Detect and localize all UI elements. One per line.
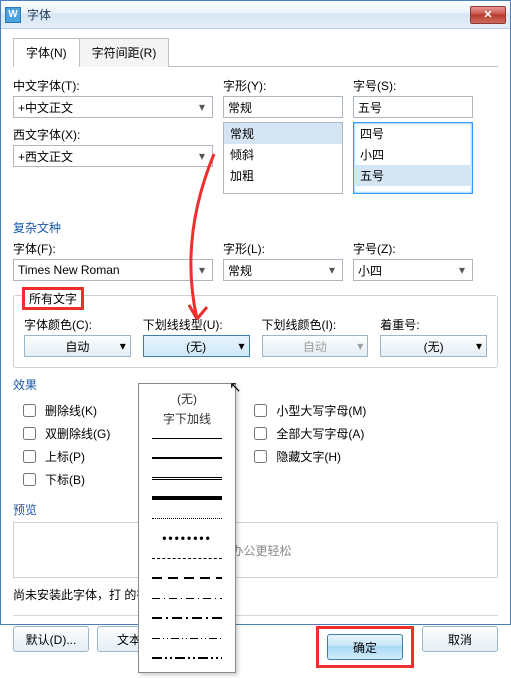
ok-button[interactable]: 确定 bbox=[327, 634, 403, 660]
list-item[interactable]: 常规 bbox=[224, 123, 342, 144]
underline-item-dashdotdot[interactable] bbox=[139, 628, 235, 648]
preview-box: 让办公更轻松 bbox=[13, 522, 498, 578]
font-color-value: 自动 bbox=[65, 338, 89, 355]
complex-heading: 复杂文种 bbox=[13, 219, 498, 236]
allchars-legend: 所有文字 bbox=[22, 287, 84, 310]
font-color-label: 字体颜色(C): bbox=[24, 316, 131, 333]
font-color-combo[interactable]: 自动 ▾ bbox=[24, 335, 131, 357]
default-button[interactable]: 默认(D)... bbox=[13, 626, 89, 652]
app-icon: W bbox=[5, 7, 21, 23]
underline-item-dashdot-heavy[interactable] bbox=[139, 608, 235, 628]
effects-heading: 效果 bbox=[13, 376, 498, 393]
underline-item-dotted-heavy[interactable]: •••••••• bbox=[139, 528, 235, 548]
underline-item-dashdot[interactable] bbox=[139, 588, 235, 608]
size-value: 五号 bbox=[358, 99, 382, 116]
size-label: 字号(S): bbox=[353, 77, 473, 94]
complex-font-value: Times New Roman bbox=[18, 263, 120, 277]
underline-style-value: (无) bbox=[186, 338, 206, 355]
underline-item-dotted[interactable] bbox=[139, 508, 235, 528]
install-note: 尚未安装此字体，打 的有效字体。 bbox=[13, 586, 498, 603]
complex-style-combo[interactable]: 常规 ▾ bbox=[223, 259, 343, 281]
list-item[interactable]: 加粗 bbox=[224, 165, 342, 186]
emphasis-combo[interactable]: (无) ▾ bbox=[380, 335, 487, 357]
underline-dropdown[interactable]: (无) 字下加线 •••••••• bbox=[138, 383, 236, 673]
west-font-value: +西文正文 bbox=[18, 148, 73, 165]
west-font-combo[interactable]: +西文正文 ▾ bbox=[13, 145, 213, 167]
hidden-checkbox[interactable]: 隐藏文字(H) bbox=[250, 447, 366, 466]
list-item[interactable]: 倾斜 bbox=[224, 144, 342, 165]
strike-checkbox[interactable]: 删除线(K) bbox=[19, 401, 110, 420]
complex-size-label: 字号(Z): bbox=[353, 240, 473, 257]
list-item[interactable]: 五号 bbox=[354, 165, 472, 186]
tab-font[interactable]: 字体(N) bbox=[13, 38, 80, 67]
complex-style-label: 字形(L): bbox=[223, 240, 343, 257]
emphasis-value: (无) bbox=[424, 338, 444, 355]
ok-highlight: 确定 bbox=[316, 626, 414, 668]
chevron-down-icon: ▾ bbox=[194, 99, 210, 115]
window-title: 字体 bbox=[27, 6, 51, 23]
underline-style-combo[interactable]: (无) ▾ bbox=[143, 335, 250, 357]
emphasis-label: 着重号: bbox=[380, 316, 487, 333]
smallcaps-checkbox[interactable]: 小型大写字母(M) bbox=[250, 401, 366, 420]
west-font-label: 西文字体(X): bbox=[13, 126, 213, 143]
sup-checkbox[interactable]: 上标(P) bbox=[19, 447, 110, 466]
chevron-down-icon: ▾ bbox=[324, 262, 340, 278]
complex-size-combo[interactable]: 小四 ▾ bbox=[353, 259, 473, 281]
size-input[interactable]: 五号 bbox=[353, 96, 473, 118]
chevron-down-icon: ▾ bbox=[476, 339, 482, 353]
underline-item-dash[interactable] bbox=[139, 548, 235, 568]
underline-item-double[interactable] bbox=[139, 468, 235, 488]
chevron-down-icon: ▾ bbox=[194, 148, 210, 164]
complex-style-value: 常规 bbox=[228, 262, 252, 279]
list-item[interactable]: 四号 bbox=[354, 123, 472, 144]
list-item[interactable]: 小四 bbox=[354, 144, 472, 165]
underline-item-dash-heavy[interactable] bbox=[139, 568, 235, 588]
complex-font-combo[interactable]: Times New Roman ▾ bbox=[13, 259, 213, 281]
underline-item-heavy[interactable] bbox=[139, 488, 235, 508]
style-listbox[interactable]: 常规 倾斜 加粗 bbox=[223, 122, 343, 194]
chevron-down-icon: ▾ bbox=[454, 262, 470, 278]
underline-item-none[interactable]: (无) bbox=[139, 388, 235, 408]
underline-item-single[interactable] bbox=[139, 428, 235, 448]
underline-color-value: 自动 bbox=[303, 338, 327, 355]
titlebar: W 字体 ✕ bbox=[1, 1, 510, 29]
chevron-down-icon: ▾ bbox=[120, 339, 126, 353]
complex-size-value: 小四 bbox=[358, 262, 382, 279]
allcaps-checkbox[interactable]: 全部大写字母(A) bbox=[250, 424, 366, 443]
style-label: 字形(Y): bbox=[223, 77, 343, 94]
tab-spacing[interactable]: 字符间距(R) bbox=[79, 38, 170, 67]
style-input[interactable]: 常规 bbox=[223, 96, 343, 118]
underline-style-label: 下划线线型(U): bbox=[143, 316, 250, 333]
style-value: 常规 bbox=[228, 99, 252, 116]
size-listbox[interactable]: 四号 小四 五号 bbox=[353, 122, 473, 194]
close-button[interactable]: ✕ bbox=[470, 6, 506, 24]
cn-font-combo[interactable]: +中文正文 ▾ bbox=[13, 96, 213, 118]
cn-font-value: +中文正文 bbox=[18, 99, 73, 116]
chevron-down-icon: ▾ bbox=[238, 339, 244, 353]
underline-color-combo: 自动 ▾ bbox=[262, 335, 369, 357]
tab-strip: 字体(N) 字符间距(R) bbox=[13, 37, 498, 67]
underline-item-words[interactable]: 字下加线 bbox=[139, 408, 235, 428]
complex-font-label: 字体(F): bbox=[13, 240, 213, 257]
preview-heading: 预览 bbox=[13, 501, 498, 518]
underline-color-label: 下划线颜色(I): bbox=[262, 316, 369, 333]
chevron-down-icon: ▾ bbox=[194, 262, 210, 278]
sub-checkbox[interactable]: 下标(B) bbox=[19, 470, 110, 489]
cancel-button[interactable]: 取消 bbox=[422, 626, 498, 652]
underline-item-dashdotdot-heavy[interactable] bbox=[139, 648, 235, 668]
dstrike-checkbox[interactable]: 双删除线(G) bbox=[19, 424, 110, 443]
underline-item-thick[interactable] bbox=[139, 448, 235, 468]
chevron-down-icon: ▾ bbox=[357, 339, 363, 353]
cn-font-label: 中文字体(T): bbox=[13, 77, 213, 94]
